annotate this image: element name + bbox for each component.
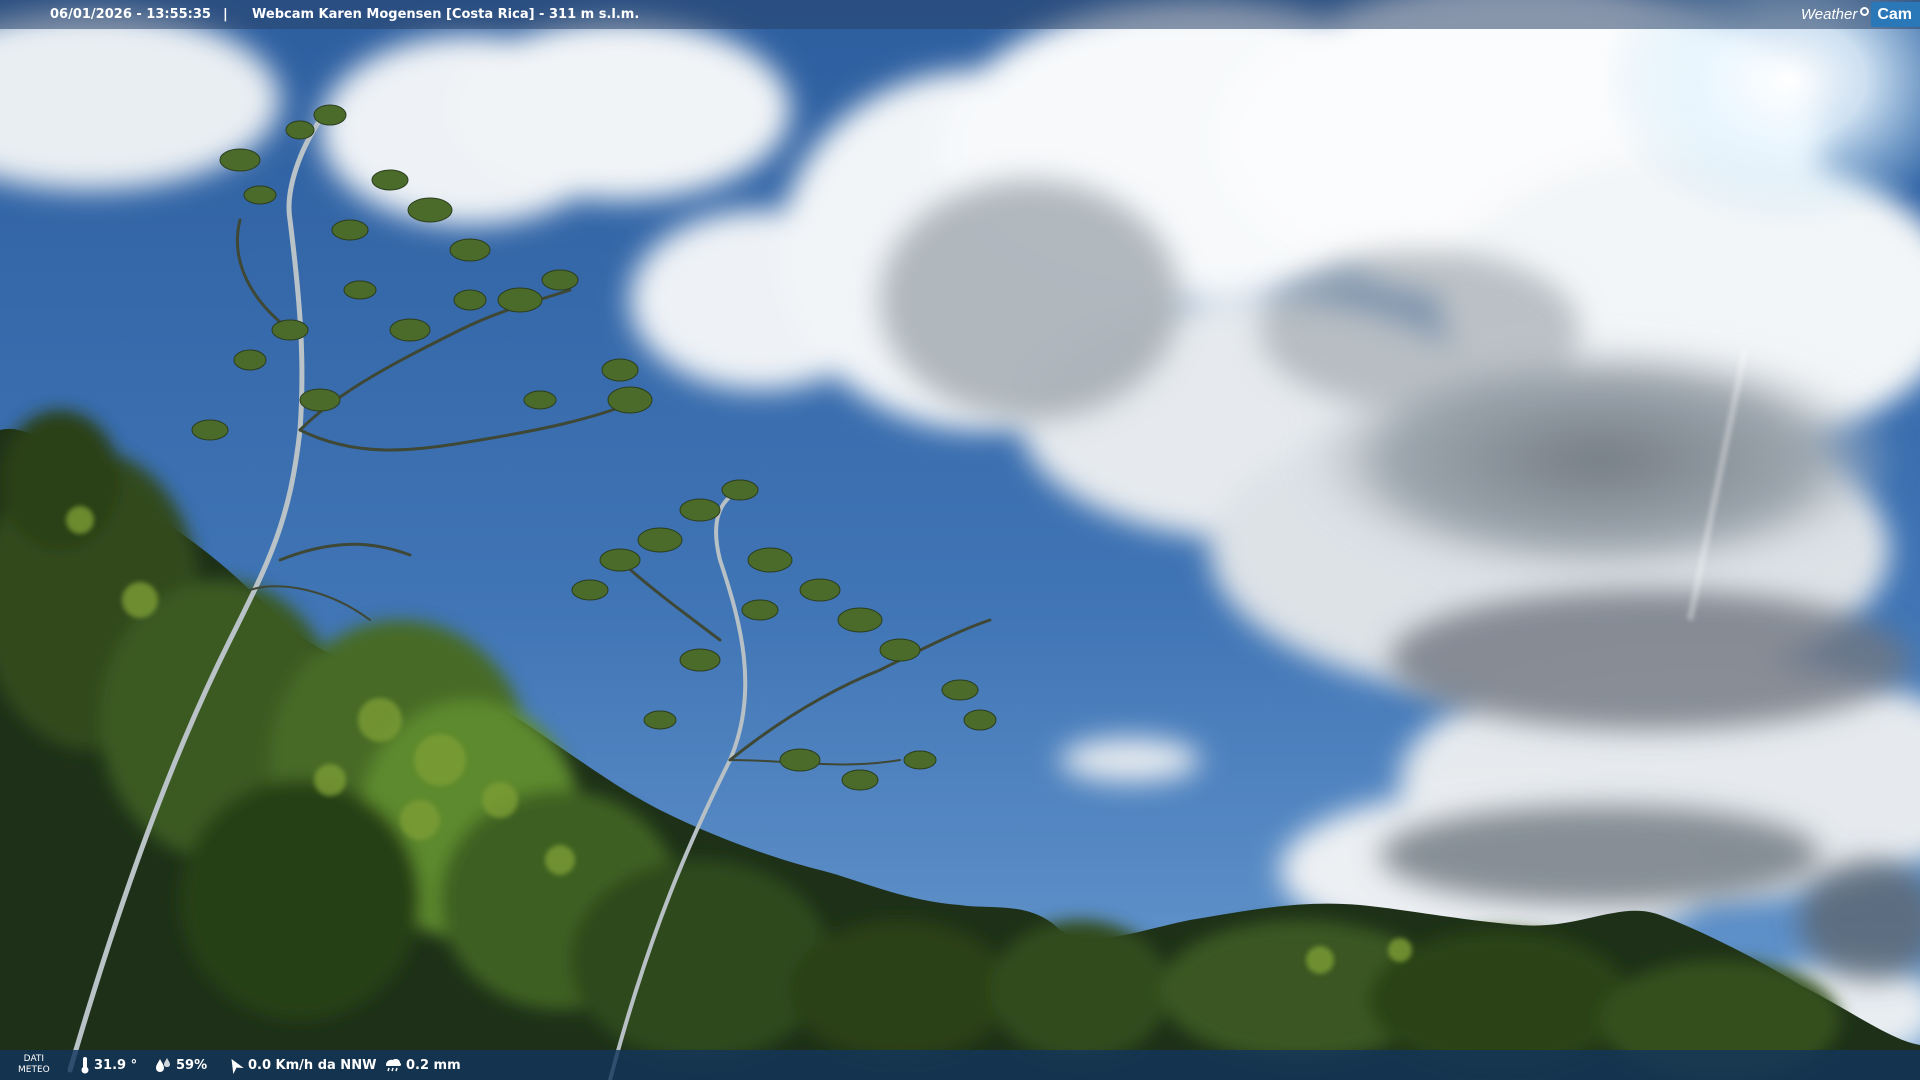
temperature-reading: 31.9 ° (80, 1050, 137, 1080)
weathercam-logo: Weather Cam (1801, 0, 1920, 29)
rain-icon (386, 1059, 402, 1072)
temperature-value: 31.9 ° (94, 1057, 138, 1073)
dati-label-line1: DATI (23, 1054, 45, 1064)
wind-reading: 0.0 Km/h da NNW (226, 1050, 376, 1080)
webcam-title: Webcam Karen Mogensen [Costa Rica] - 311… (252, 7, 640, 22)
sky-landscape-scene (0, 0, 1920, 1080)
webcam-image (0, 0, 1920, 1080)
rain-reading: 0.2 mm (384, 1050, 461, 1080)
dati-label-line2: METEO (18, 1065, 50, 1075)
wind-value: 0.0 Km/h da NNW (248, 1057, 377, 1073)
humidity-drops-icon (156, 1058, 170, 1072)
humidity-reading: 59% (154, 1050, 207, 1080)
logo-word-cam: Cam (1871, 2, 1920, 27)
weather-data-bar: DATI METEO 31.9 ° 59% 0.0 Km/h da NNW 0.… (0, 1050, 1920, 1080)
humidity-value: 59% (176, 1057, 208, 1073)
dati-meteo-label: DATI METEO (18, 1054, 50, 1076)
timestamp: 06/01/2026 - 13:55:35 (50, 7, 211, 22)
logo-word-weather: Weather (1800, 6, 1858, 23)
header-separator: | (223, 7, 228, 22)
rain-value: 0.2 mm (406, 1057, 461, 1073)
thermometer-icon (81, 1057, 89, 1074)
logo-dot-icon (1860, 7, 1870, 16)
top-info-bar: 06/01/2026 - 13:55:35 | Webcam Karen Mog… (0, 0, 1920, 29)
wind-direction-icon (231, 1058, 244, 1074)
